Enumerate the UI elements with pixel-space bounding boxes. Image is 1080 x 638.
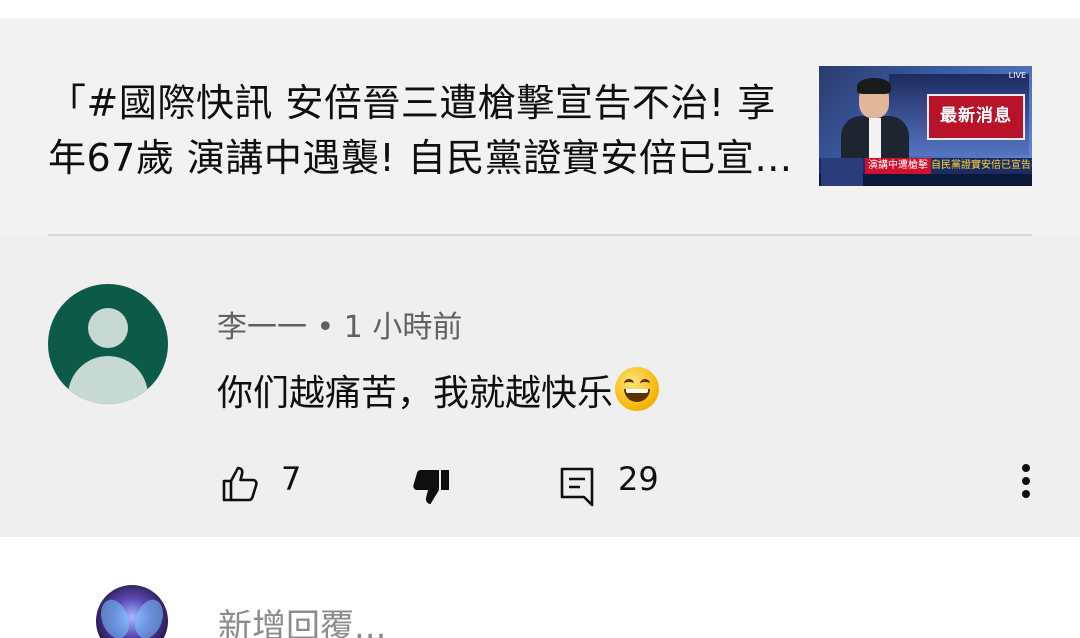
video-title[interactable]: 「#國際快訊 安倍晉三遭槍擊宣告不治! 享年67歲 演講中遇襲! 自民黨證實安倍… [48,76,793,186]
comment-time: 1 小時前 [343,310,463,345]
video-header[interactable]: 「#國際快訊 安倍晉三遭槍擊宣告不治! 享年67歲 演講中遇襲! 自民黨證實安倍… [0,18,1080,236]
meta-separator: • [316,310,335,345]
comment-meta: 李一一 • 1 小時前 [217,302,462,346]
comments-page: 「#國際快訊 安倍晉三遭槍擊宣告不治! 享年67歲 演講中遇襲! 自民黨證實安倍… [0,0,1080,638]
thumbnail-ticker-tag: 演講中遭槍擊 [865,158,931,174]
thumbnail-ticker-text: 自民黨證實安倍已宣告不治 [931,160,1032,171]
reply-count: 29 [618,460,659,498]
comment-body: 你们越痛苦，我就越快乐 [217,373,614,414]
add-reply-input[interactable]: 新增回覆... [218,599,386,638]
comment-text: 你们越痛苦，我就越快乐 [217,364,660,416]
thumbnail-weather-box [821,158,863,186]
reply-comment-icon[interactable] [558,465,598,513]
current-user-avatar [96,585,168,638]
thumbnail-badge: 最新消息 [927,94,1025,140]
thumbnail-anchor-hair [857,78,891,94]
add-reply-row: 新增回覆... [0,537,1080,638]
thumbnail-anchor-shirt [869,118,881,158]
comment-actions: 7 29 [0,458,1080,508]
video-thumbnail[interactable]: 最新消息 LIVE 演講中遭槍擊自民黨證實安倍已宣告不治 [819,66,1032,186]
thumbs-down-icon[interactable] [412,468,452,512]
avatar-head-shape [88,308,128,348]
avatar-shoulders-shape [68,356,148,404]
thumbnail-live-label: LIVE [1008,71,1026,80]
comment-author[interactable]: 李一一 [217,310,307,345]
more-options-icon[interactable] [1018,464,1034,504]
avatar[interactable] [48,284,168,404]
thumbs-up-icon[interactable] [220,464,260,508]
grinning-face-emoji-icon [615,367,660,411]
like-count: 7 [281,460,302,498]
comment: 李一一 • 1 小時前 你们越痛苦，我就越快乐 7 29 [0,236,1080,537]
comment-thread-panel: 「#國際快訊 安倍晉三遭槍擊宣告不治! 享年67歲 演講中遇襲! 自民黨證實安倍… [0,18,1080,537]
